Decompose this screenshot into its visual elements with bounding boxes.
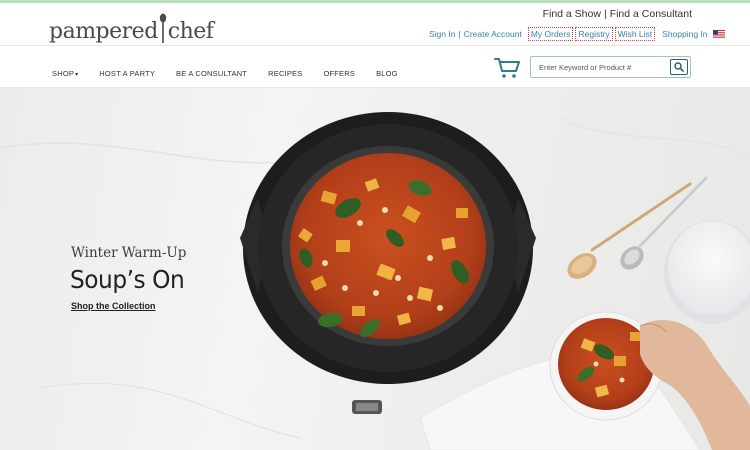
hero-eyebrow: Winter Warm-Up: [71, 245, 187, 261]
search-icon: [674, 62, 684, 72]
search-button[interactable]: [670, 59, 688, 75]
logo-text-right: chef: [167, 19, 214, 44]
wish-list-link[interactable]: Wish List: [614, 27, 656, 41]
nav-item-shop[interactable]: SHOP▾: [52, 69, 78, 78]
pressure-cooker: [240, 112, 536, 414]
search-box: [530, 56, 691, 78]
empty-bowl: [664, 220, 750, 324]
top-accent-line: [0, 0, 750, 3]
account-links: Sign In | Create Account My Orders Regis…: [429, 27, 725, 41]
logo-text-left: pampered: [49, 19, 158, 44]
shopping-cart-icon[interactable]: [494, 57, 520, 79]
shop-the-collection-link[interactable]: Shop the Collection: [71, 301, 156, 311]
chevron-down-icon: ▾: [75, 72, 79, 78]
us-flag-icon[interactable]: [712, 30, 725, 38]
nav-item-offers[interactable]: OFFERS: [323, 69, 355, 78]
header-divider: [0, 45, 750, 46]
nav-item-be-a-consultant[interactable]: BE A CONSULTANT: [176, 69, 247, 78]
find-links: Find a Show | Find a Consultant: [542, 8, 692, 20]
nav-item-blog[interactable]: BLOG: [376, 69, 398, 78]
hero-banner[interactable]: Winter Warm-Up Soup’s On Shop the Collec…: [0, 88, 750, 450]
my-orders-link[interactable]: My Orders: [527, 27, 574, 41]
nav-item-host-a-party[interactable]: HOST A PARTY: [99, 69, 155, 78]
registry-link[interactable]: Registry: [575, 27, 613, 41]
pampered-chef-logo[interactable]: pampered chef: [49, 7, 214, 44]
search-input[interactable]: [539, 57, 664, 77]
create-account-link[interactable]: Create Account: [464, 29, 522, 39]
sign-in-link[interactable]: Sign In: [429, 29, 455, 39]
main-nav: SHOP▾ HOST A PARTY BE A CONSULTANT RECIP…: [52, 69, 419, 78]
find-a-show-link[interactable]: Find a Show: [543, 8, 601, 20]
spoon-logo-icon: [159, 13, 166, 43]
shopping-in-link[interactable]: Shopping In: [662, 29, 707, 39]
nav-item-recipes[interactable]: RECIPES: [268, 69, 302, 78]
hero-title: Soup’s On: [70, 265, 185, 294]
find-a-consultant-link[interactable]: Find a Consultant: [610, 8, 692, 20]
